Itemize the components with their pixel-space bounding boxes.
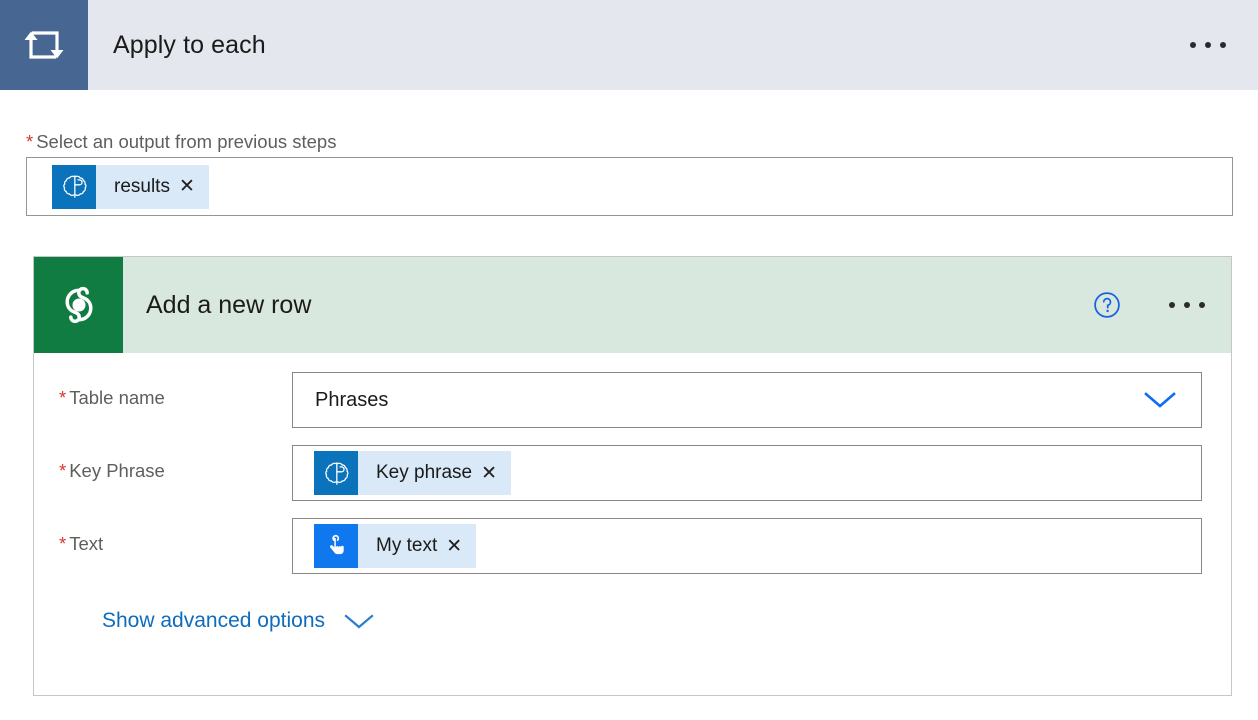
token-remove-button[interactable]: ✕ bbox=[446, 537, 476, 556]
field-control-text: My text ✕ bbox=[292, 518, 1202, 574]
nested-more-menu-button[interactable] bbox=[1165, 294, 1209, 316]
ellipsis-dot bbox=[1190, 42, 1196, 48]
header-more-menu-button[interactable] bbox=[1186, 34, 1230, 56]
field-control-table-name: Phrases bbox=[292, 372, 1202, 428]
ellipsis-dot bbox=[1184, 302, 1190, 308]
field-label-text-field: *Text bbox=[34, 518, 292, 555]
apply-to-each-header[interactable]: Apply to each bbox=[0, 0, 1258, 90]
required-marker: * bbox=[59, 387, 66, 408]
required-marker: * bbox=[59, 533, 66, 554]
chevron-down-icon bbox=[342, 611, 376, 631]
token-label: results bbox=[96, 176, 179, 198]
show-advanced-options-button[interactable]: Show advanced options bbox=[102, 609, 376, 633]
key-phrase-input[interactable]: Key phrase ✕ bbox=[292, 445, 1202, 501]
form-row-key-phrase: *Key Phrase Key phrase bbox=[34, 445, 1231, 501]
field-label-table-name: *Table name bbox=[34, 372, 292, 409]
token-remove-button[interactable]: ✕ bbox=[179, 177, 209, 196]
required-marker: * bbox=[26, 131, 33, 152]
page-title: Apply to each bbox=[113, 31, 266, 60]
add-a-new-row-header[interactable]: Add a new row bbox=[34, 257, 1231, 353]
text-input[interactable]: My text ✕ bbox=[292, 518, 1202, 574]
ellipsis-dot bbox=[1199, 302, 1205, 308]
token-remove-button[interactable]: ✕ bbox=[481, 464, 511, 483]
token-label: Key phrase bbox=[358, 462, 481, 484]
token-chip-results[interactable]: results ✕ bbox=[52, 165, 209, 209]
form-row-table-name: *Table name Phrases bbox=[34, 372, 1231, 428]
field-label-text: Table name bbox=[69, 387, 165, 408]
chevron-down-icon bbox=[1141, 389, 1179, 411]
help-icon[interactable] bbox=[1093, 291, 1121, 319]
select-output-input[interactable]: results ✕ bbox=[26, 157, 1233, 216]
ellipsis-dot bbox=[1169, 302, 1175, 308]
field-label-text: Key Phrase bbox=[69, 460, 165, 481]
manual-trigger-tap-icon bbox=[314, 524, 358, 568]
field-label-key-phrase: *Key Phrase bbox=[34, 445, 292, 482]
excel-swirl-icon bbox=[34, 257, 123, 353]
required-marker: * bbox=[59, 460, 66, 481]
select-output-label-text: Select an output from previous steps bbox=[36, 131, 336, 152]
add-a-new-row-form: *Table name Phrases *Key Phrase bbox=[34, 353, 1231, 633]
add-a-new-row-action-card: Add a new row *Table name Phrases bbox=[33, 256, 1232, 696]
token-label: My text bbox=[358, 535, 446, 557]
token-chip-my-text[interactable]: My text ✕ bbox=[314, 524, 476, 568]
form-row-text: *Text My text ✕ bbox=[34, 518, 1231, 574]
show-advanced-options-label: Show advanced options bbox=[102, 609, 325, 633]
field-control-key-phrase: Key phrase ✕ bbox=[292, 445, 1202, 501]
token-chip-key-phrase[interactable]: Key phrase ✕ bbox=[314, 451, 511, 495]
field-label-text: Text bbox=[69, 533, 103, 554]
table-name-dropdown[interactable]: Phrases bbox=[292, 372, 1202, 428]
loop-repeat-icon bbox=[0, 0, 88, 90]
ellipsis-dot bbox=[1205, 42, 1211, 48]
ellipsis-dot bbox=[1220, 42, 1226, 48]
select-output-label: *Select an output from previous steps bbox=[26, 131, 336, 153]
cognitive-brain-icon bbox=[314, 451, 358, 495]
cognitive-brain-icon bbox=[52, 165, 96, 209]
nested-action-title: Add a new row bbox=[146, 291, 311, 320]
table-name-value: Phrases bbox=[315, 389, 388, 412]
